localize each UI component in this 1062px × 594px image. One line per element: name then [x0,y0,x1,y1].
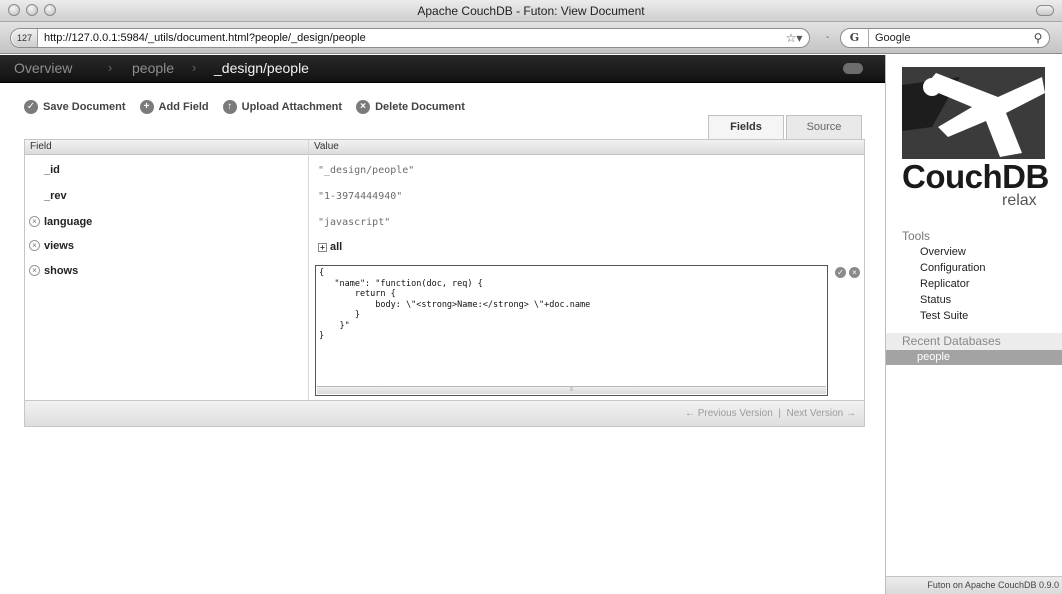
field-value[interactable]: "javascript" [318,217,390,228]
recent-databases-heading: Recent Databases [886,333,1062,350]
field-name[interactable]: language [44,216,92,228]
couchdb-logo [902,67,1045,159]
logo-tagline: relax [1002,192,1037,209]
site-icon[interactable]: 127 [12,29,38,47]
recent-database-item[interactable]: people [886,350,1062,365]
expand-icon[interactable]: + [318,243,327,252]
delete-field-icon[interactable]: × [29,216,40,227]
cancel-edit-icon[interactable]: × [849,267,860,278]
field-name[interactable]: views [44,240,74,252]
view-name[interactable]: all [330,241,342,253]
value-editor[interactable]: { "name": "function(doc, req) { return {… [315,265,828,396]
delete-field-icon[interactable]: × [29,265,40,276]
breadcrumb-separator: › [192,60,197,75]
add-field-label: Add Field [158,101,209,113]
value-column-header: Value [314,141,339,152]
toolbar-separator: - [826,32,830,43]
toolbar-toggle-button[interactable] [1036,5,1054,16]
save-value-icon[interactable]: ✓ [835,267,846,278]
view-tabs: Fields Source [706,115,862,140]
sidebar-item-replicator[interactable]: Replicator [920,278,970,290]
previous-version-link[interactable]: ← Previous Version [685,408,773,419]
logo-wordmark: CouchDB [902,158,1049,195]
breadcrumb-database[interactable]: people [132,60,174,76]
table-row: _id "_design/people" [25,162,864,188]
field-value-expandable[interactable]: + all [318,241,342,253]
delete-field-icon[interactable]: × [29,240,40,251]
bookmark-star-icon[interactable]: ☆▾ [779,31,809,45]
browser-toolbar: 127 http://127.0.0.1:5984/_utils/documen… [0,22,1062,54]
sidebar-item-overview[interactable]: Overview [920,246,966,258]
sidebar-item-configuration[interactable]: Configuration [920,262,985,274]
breadcrumb-document: _design/people [214,60,309,76]
sidebar-item-test-suite[interactable]: Test Suite [920,310,968,322]
sidebar-toggle-button[interactable] [843,63,863,74]
version-pagination: ← Previous Version | Next Version → [685,408,856,419]
editor-textarea[interactable]: { "name": "function(doc, req) { return {… [319,268,590,342]
add-field-button[interactable]: + Add Field [139,98,209,116]
field-value: "1-3974444940" [318,191,403,202]
logo-figure-icon [902,67,1045,159]
delete-document-label: Delete Document [375,101,465,113]
save-document-label: Save Document [43,101,126,113]
breadcrumb: Overview › people › _design/people [0,55,885,83]
window-title: Apache CouchDB - Futon: View Document [417,4,645,18]
checkmark-icon: ✓ [24,100,38,114]
document-actions: ✓ Save Document + Add Field ↑ Upload Att… [24,98,465,116]
pagination-separator: | [778,408,781,419]
upload-arrow-icon: ↑ [222,100,237,114]
table-row: _rev "1-3974444940" [25,188,864,214]
upload-attachment-label: Upload Attachment [241,101,343,113]
window-titlebar: Apache CouchDB - Futon: View Document [0,0,1062,22]
plus-icon: + [139,100,154,114]
address-bar[interactable]: 127 http://127.0.0.1:5984/_utils/documen… [10,28,810,48]
search-icon[interactable]: ⚲ [1027,31,1049,45]
delete-x-icon: × [356,100,371,114]
version-footer: Futon on Apache CouchDB 0.9.0 [886,576,1062,594]
tab-fields[interactable]: Fields [708,115,784,140]
field-name: _rev [44,190,67,202]
breadcrumb-separator: › [108,60,113,75]
sidebar: CouchDB relax Tools Overview Configurati… [885,55,1062,594]
table-footer: ← Previous Version | Next Version → [25,400,864,426]
field-name: _id [44,164,60,176]
next-version-link[interactable]: Next Version → [787,408,856,419]
breadcrumb-overview[interactable]: Overview [14,60,72,76]
fields-table: Field Value _id "_design/people" _rev "1… [24,139,865,427]
table-row[interactable]: × language "javascript" [25,214,864,240]
search-input[interactable]: Google [869,32,1027,44]
field-name[interactable]: shows [44,265,78,277]
save-document-button[interactable]: ✓ Save Document [24,98,126,116]
table-row[interactable]: × views + all [25,238,864,264]
tools-heading: Tools [902,229,931,243]
table-header: Field Value [25,140,864,155]
search-box[interactable]: G Google ⚲ [840,28,1050,48]
delete-document-button[interactable]: × Delete Document [356,98,465,116]
search-engine-icon[interactable]: G [841,29,869,47]
sidebar-item-status[interactable]: Status [920,294,951,306]
upload-attachment-button[interactable]: ↑ Upload Attachment [222,98,343,116]
field-column-header: Field [30,141,52,152]
resize-grip-icon[interactable]: ≡ [317,386,826,394]
tab-source[interactable]: Source [786,115,862,139]
url-text[interactable]: http://127.0.0.1:5984/_utils/document.ht… [38,32,779,44]
field-value: "_design/people" [318,165,415,176]
